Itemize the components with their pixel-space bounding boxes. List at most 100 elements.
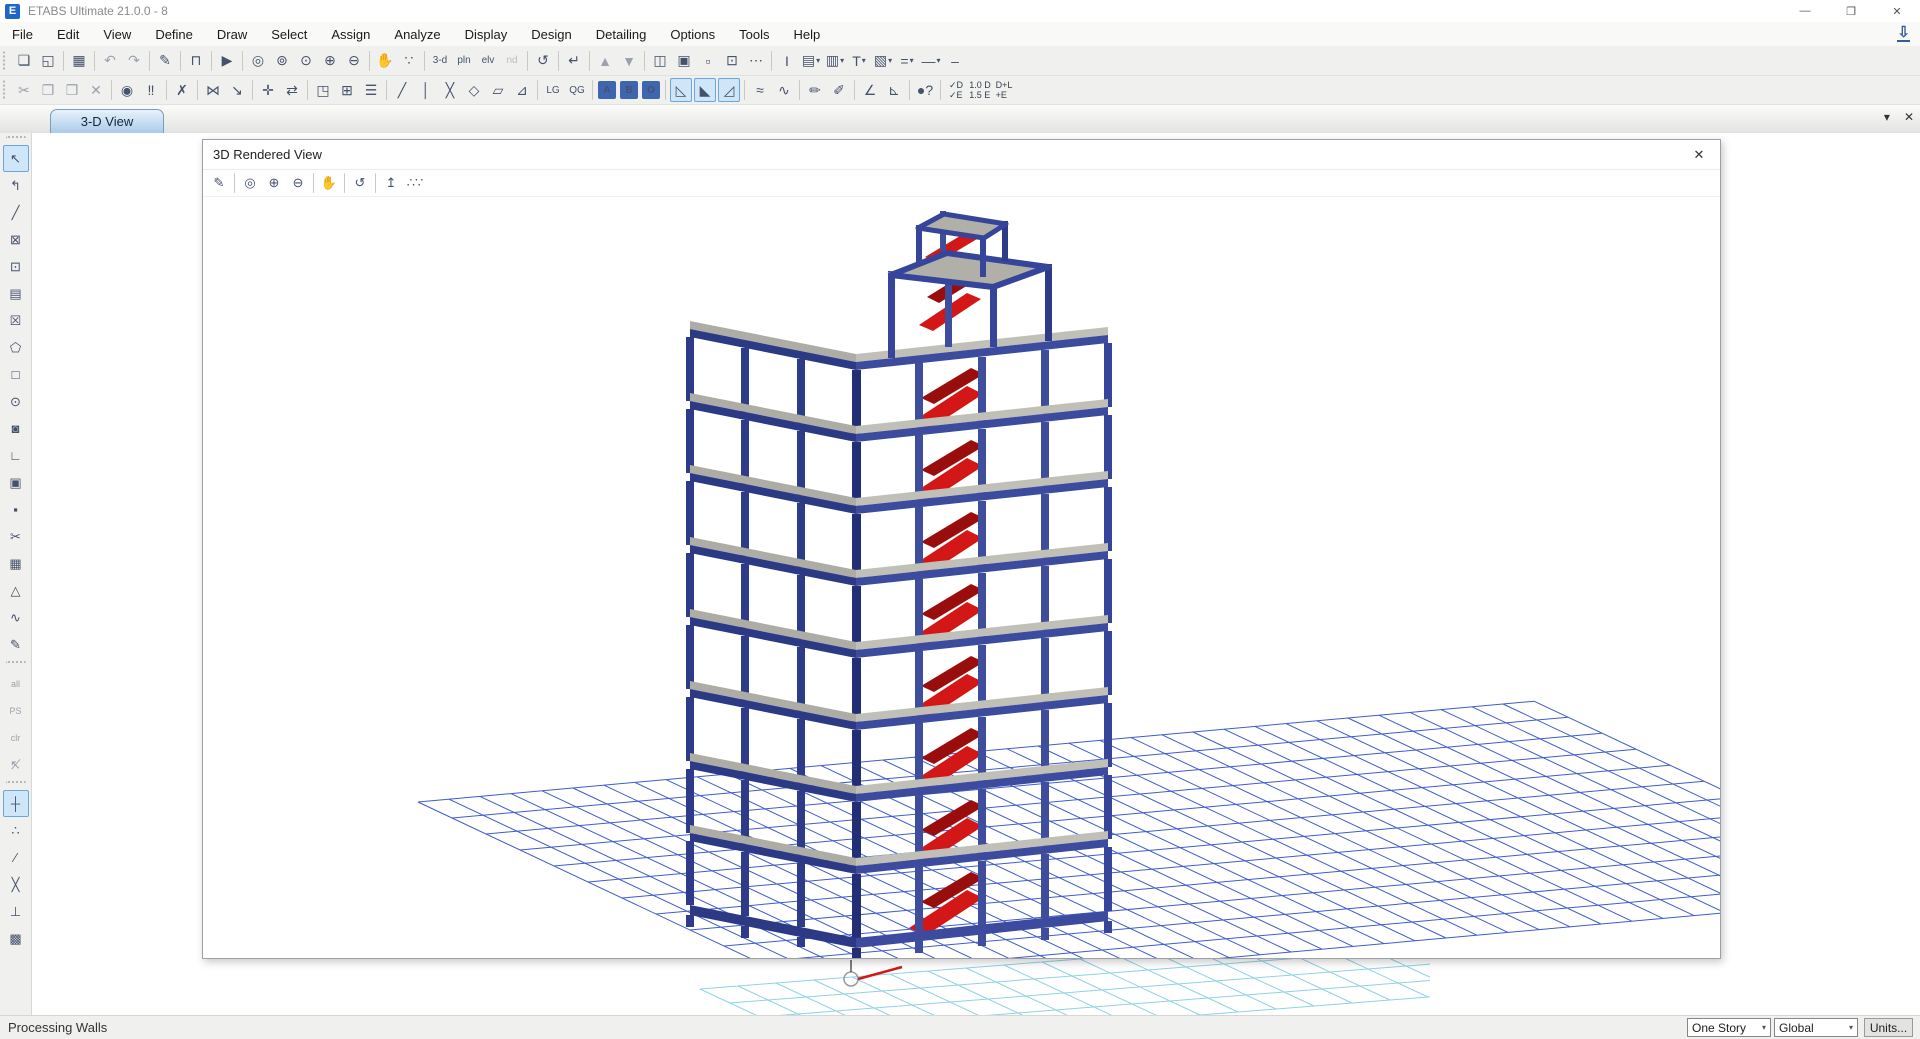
mirror-icon[interactable]: ⇄ — [281, 78, 303, 102]
select-pointer-tool[interactable]: ↖ — [3, 145, 29, 172]
snap-to-fine-grid-tool[interactable]: ▩ — [3, 925, 29, 952]
pan-icon[interactable]: ✋ — [318, 171, 340, 195]
quick-draw-braces-tool[interactable]: ☒ — [3, 307, 29, 334]
draw-beam-tool[interactable]: ╱ — [3, 199, 29, 226]
zoom-out-icon[interactable]: ⊖ — [343, 49, 365, 73]
guide-line-icon[interactable]: – — [944, 49, 966, 73]
quick-draw-column-tool[interactable]: ⊡ — [3, 253, 29, 280]
more-options-icon[interactable]: ⋯ — [745, 49, 767, 73]
reselect-previous-tool[interactable]: PS — [3, 697, 29, 724]
show-loads-icon[interactable]: ‼ — [140, 78, 162, 102]
story-selector-dropdown[interactable]: One Story ▾ — [1687, 1018, 1771, 1037]
move-joints-icon[interactable]: ✛ — [257, 78, 279, 102]
quick-draw-area-tool[interactable]: ▪ — [3, 496, 29, 523]
draw-column-icon[interactable]: │ — [415, 78, 437, 102]
concrete-design-menu-icon[interactable]: ▥▾ — [824, 49, 846, 73]
menu-define[interactable]: Define — [143, 24, 205, 45]
plan-elevation-icon[interactable]: ≈ — [749, 78, 771, 102]
snap-to-line-midpoints-tool[interactable]: ∕ — [3, 844, 29, 871]
snap-to-line-intersections-tool[interactable]: ╳ — [3, 871, 29, 898]
restore-button[interactable]: ❐ — [1828, 0, 1874, 22]
draw-brace-icon[interactable]: ╳ — [439, 78, 461, 102]
previous-zoom-icon[interactable]: ⊙ — [295, 49, 317, 73]
draw-wall-tool[interactable]: ∟ — [3, 442, 29, 469]
menu-tools[interactable]: Tools — [727, 24, 781, 45]
snap-to-intersections-icon[interactable]: ◿ — [718, 78, 740, 102]
edit-pencil-icon[interactable]: ✎ — [154, 49, 176, 73]
draw-wall-stack-tool[interactable]: ▦ — [3, 550, 29, 577]
save-model-icon[interactable]: ▦ — [68, 49, 90, 73]
snap-to-endpoints-icon[interactable]: ◺ — [670, 78, 692, 102]
draw-wall-icon[interactable]: ▱ — [487, 78, 509, 102]
show-joints-icon[interactable]: ∵ — [398, 49, 420, 73]
view-3d-button[interactable]: 3-d — [429, 49, 451, 73]
load-factors-button[interactable]: 1.0 D1.5 E — [969, 78, 991, 102]
view-plan-button[interactable]: pln — [453, 49, 475, 73]
draw-beam-icon[interactable]: ╱ — [391, 78, 413, 102]
draw-curved-beam-tool[interactable]: ∿ — [3, 604, 29, 631]
pan-icon[interactable]: ✋ — [374, 49, 396, 73]
view-elevation-button[interactable]: elv — [477, 49, 499, 73]
menu-help[interactable]: Help — [782, 24, 833, 45]
redo-icon[interactable]: ↷ — [123, 49, 145, 73]
change-view-elevation-icon[interactable]: ↥ — [380, 171, 402, 195]
paste-icon[interactable]: ❒ — [61, 78, 83, 102]
menu-select[interactable]: Select — [259, 24, 319, 45]
snap-to-joints-tool[interactable]: ∴ — [3, 817, 29, 844]
menu-analyze[interactable]: Analyze — [382, 24, 452, 45]
tab-3d-view[interactable]: 3-D View — [50, 109, 164, 133]
view-limits-icon[interactable]: ∿ — [773, 78, 795, 102]
menu-detailing[interactable]: Detailing — [584, 24, 659, 45]
quick-draw-floor-tool[interactable]: ⊙ — [3, 388, 29, 415]
load-group-button[interactable]: LG — [542, 78, 564, 102]
menu-file[interactable]: File — [0, 24, 45, 45]
walkthrough-icon[interactable]: ∴∵ — [404, 171, 426, 195]
menu-view[interactable]: View — [91, 24, 143, 45]
delete-objects-icon[interactable]: ✗ — [171, 78, 193, 102]
draw-rectangular-floor-tool[interactable]: □ — [3, 361, 29, 388]
minimize-button[interactable]: — — [1782, 0, 1828, 22]
menu-design[interactable]: Design — [519, 24, 583, 45]
zoom-in-icon[interactable]: ⊕ — [319, 49, 341, 73]
rubber-band-zoom-icon[interactable]: ◎ — [247, 49, 269, 73]
menu-display[interactable]: Display — [453, 24, 520, 45]
open-model-icon[interactable]: ◱ — [37, 49, 59, 73]
align-points-icon[interactable]: ↘ — [226, 78, 248, 102]
text-labels-menu-icon[interactable]: T▾ — [848, 49, 870, 73]
previous-story-icon[interactable]: ▲ — [594, 49, 616, 73]
measure-area-icon[interactable]: ⊾ — [883, 78, 905, 102]
show-dead-live-check-button[interactable]: ✓D✓E — [945, 78, 967, 102]
undo-icon[interactable]: ↶ — [99, 49, 121, 73]
section-cut-menu-icon[interactable]: ▧▾ — [872, 49, 894, 73]
active-view-menu-icon[interactable]: ▾ — [1884, 110, 1890, 124]
edit-grid-icon[interactable]: ⊞ — [336, 78, 358, 102]
merge-points-icon[interactable]: ⋈ — [202, 78, 224, 102]
3d-rendered-scene[interactable] — [203, 197, 1720, 958]
render-window-close-icon[interactable]: ✕ — [1686, 144, 1712, 166]
object-shrink-toggle-icon[interactable]: ▫ — [697, 49, 719, 73]
show-objects-button[interactable]: O — [642, 81, 660, 99]
draw-tower-tool[interactable]: △ — [3, 577, 29, 604]
clear-selection-tool[interactable]: clr — [3, 724, 29, 751]
show-analysis-model-button[interactable]: A — [598, 81, 616, 99]
close-button[interactable]: ✕ — [1874, 0, 1920, 22]
draw-floor-tool[interactable]: ⬠ — [3, 334, 29, 361]
render-pencil-icon[interactable]: ✎ — [208, 171, 230, 195]
measure-angle-icon[interactable]: ∠ — [859, 78, 881, 102]
snap-to-perpendicular-tool[interactable]: ⊥ — [3, 898, 29, 925]
view-named-button[interactable]: nd — [501, 49, 523, 73]
run-analysis-icon[interactable]: ▶ — [216, 49, 238, 73]
download-update-icon[interactable]: ⇩ — [1897, 26, 1910, 42]
draw-ramp-icon[interactable]: ⊿ — [511, 78, 533, 102]
quick-group-button[interactable]: QG — [566, 78, 588, 102]
steel-design-menu-icon[interactable]: ▤▾ — [800, 49, 822, 73]
lock-model-icon[interactable]: ⊓ — [185, 49, 207, 73]
quick-draw-secondary-beams-tool[interactable]: ▤ — [3, 280, 29, 307]
draw-constraints-icon[interactable]: ⊡ — [721, 49, 743, 73]
select-all-tool[interactable]: all — [3, 670, 29, 697]
draw-walls-pencil-icon[interactable]: ✏ — [804, 78, 826, 102]
close-view-icon[interactable]: ✕ — [1904, 110, 1914, 124]
copy-icon[interactable]: ❐ — [37, 78, 59, 102]
coordinate-system-dropdown[interactable]: Global ▾ — [1774, 1018, 1858, 1037]
cut-icon[interactable]: ✂ — [13, 78, 35, 102]
